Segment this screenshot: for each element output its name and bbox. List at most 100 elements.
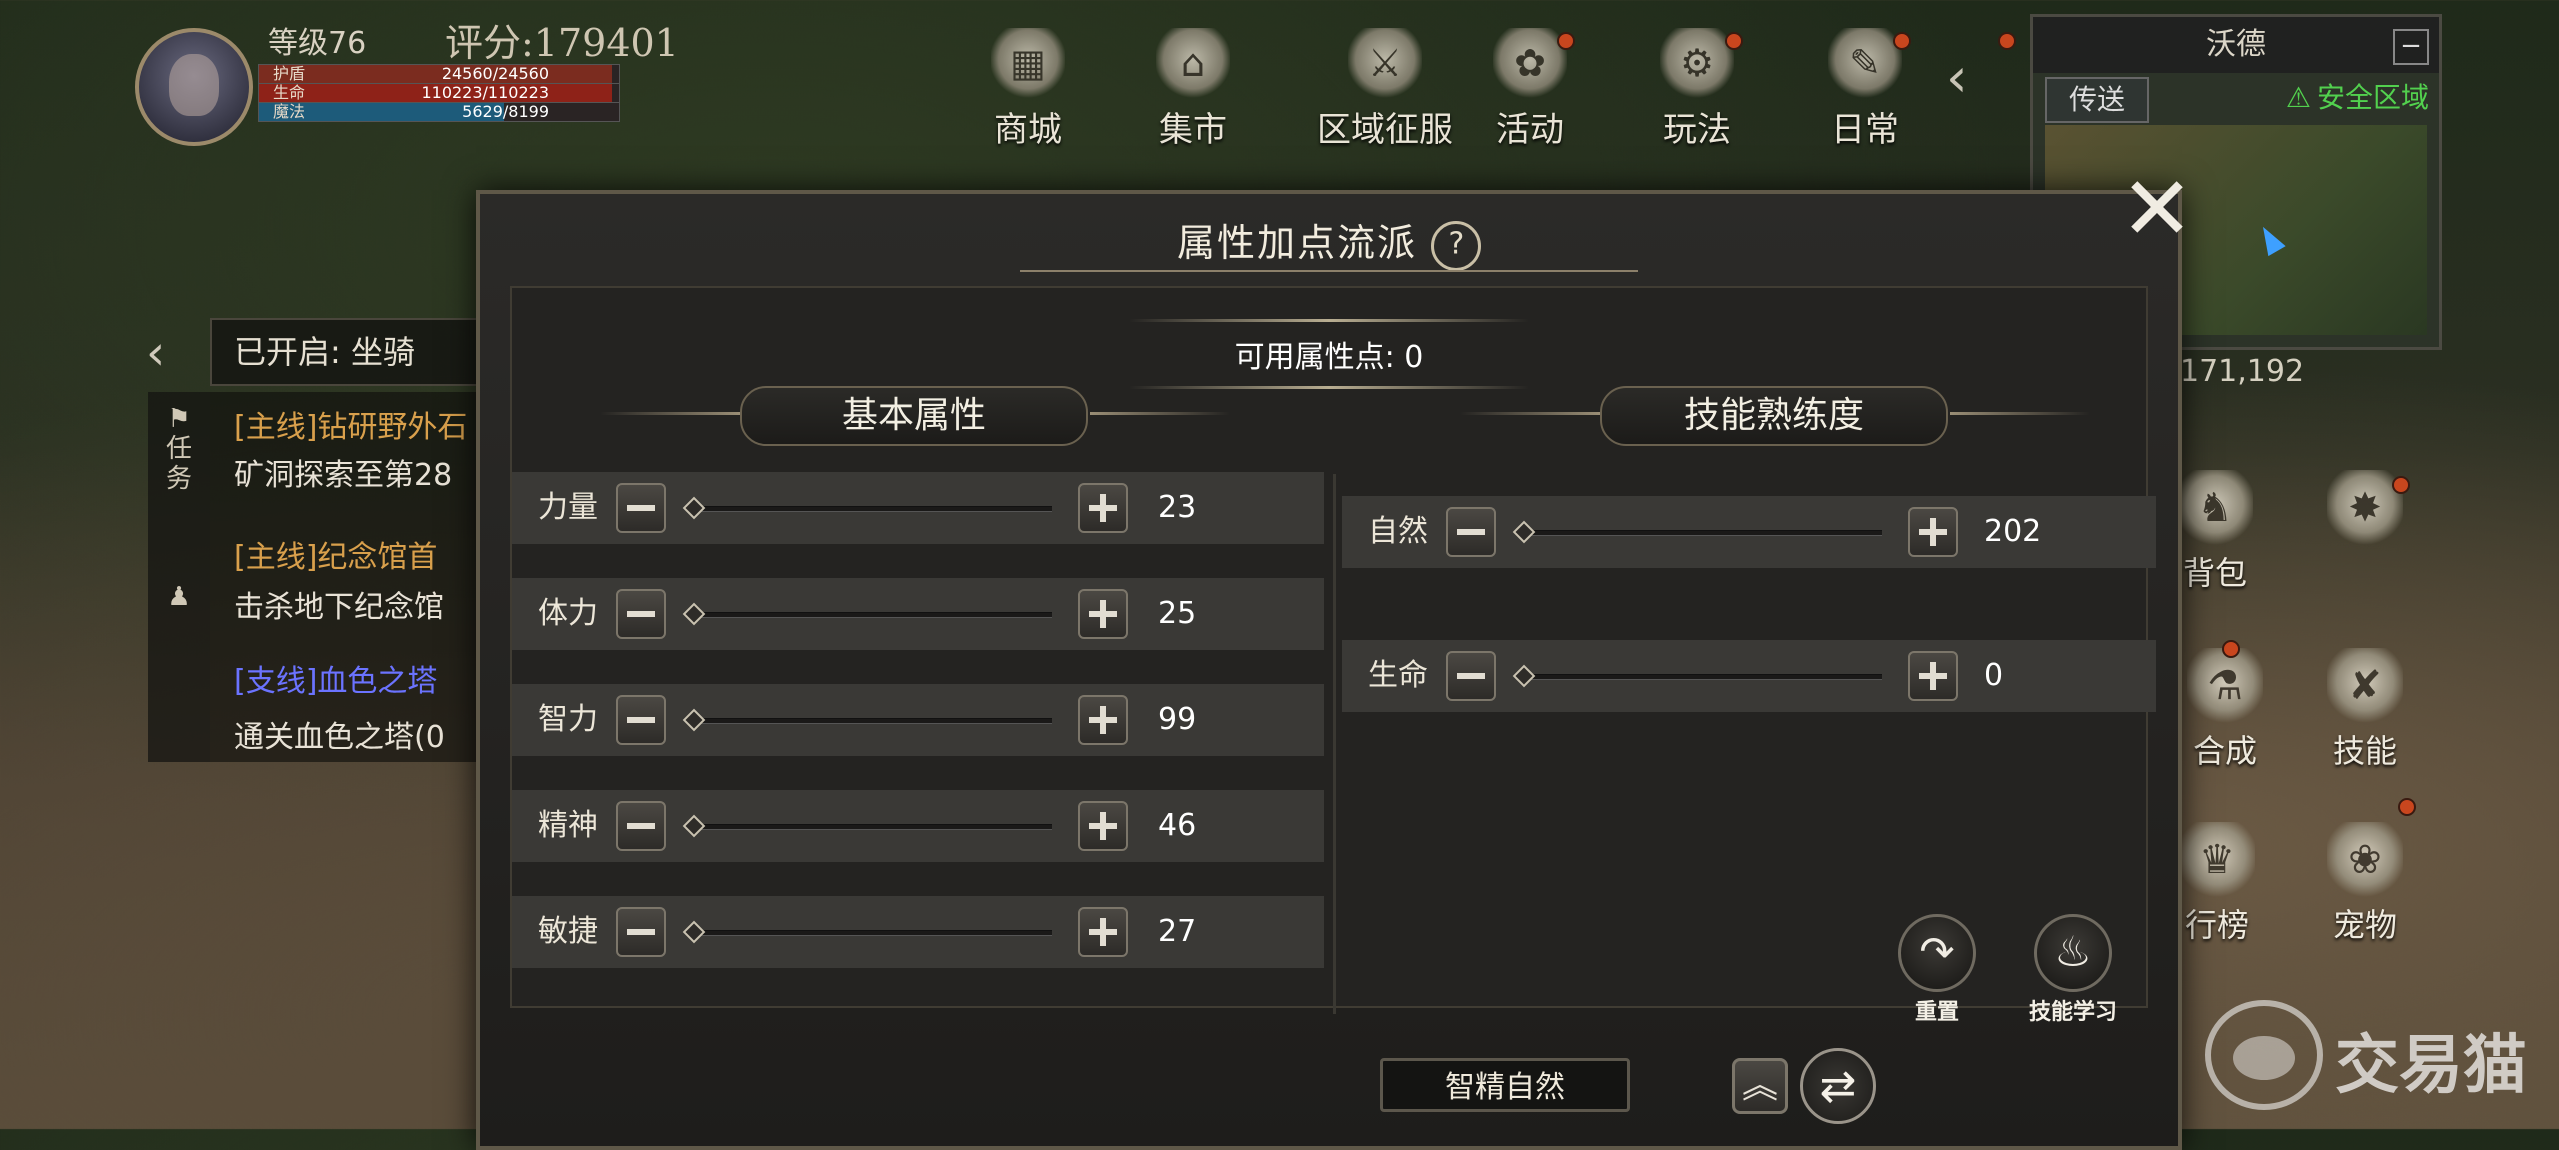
attribute-row-spirit: 精神 46 xyxy=(512,790,1324,862)
column-divider xyxy=(1333,474,1336,1014)
preset-name-field[interactable]: 智精自然 xyxy=(1380,1058,1630,1112)
quest-title[interactable]: [主线]纪念馆首 xyxy=(234,532,480,576)
slider-knob[interactable] xyxy=(682,708,706,732)
player-score: 评分:179401 xyxy=(445,21,679,65)
decrease-button[interactable] xyxy=(1446,651,1496,701)
increase-button[interactable] xyxy=(1078,801,1128,851)
ornament-line xyxy=(1090,412,1230,415)
tab-team[interactable]: ♟ xyxy=(148,582,210,612)
increase-button[interactable] xyxy=(1078,589,1128,639)
side-label: 技能 xyxy=(2332,732,2397,770)
teleport-button[interactable]: 传送 xyxy=(2045,77,2149,123)
minimap-minimize-button[interactable]: − xyxy=(2393,29,2429,65)
preset-switch-button[interactable]: ⇄ xyxy=(1800,1048,1876,1124)
bag-icon: ♞ xyxy=(2177,470,2253,546)
slider-knob[interactable] xyxy=(682,814,706,838)
skill-learn-button[interactable]: ♨ 技能学习 xyxy=(2018,914,2128,1026)
increase-button[interactable] xyxy=(1078,907,1128,957)
slider-knob[interactable] xyxy=(1512,520,1536,544)
player-level: 等级76 xyxy=(268,26,367,61)
shop-icon: ▦ xyxy=(991,28,1065,98)
ornament-line xyxy=(1950,412,2090,415)
player-avatar[interactable] xyxy=(135,28,253,146)
safe-zone-indicator: ⚠ 安全区域 xyxy=(2286,77,2429,119)
reset-button[interactable]: ↷ 重置 xyxy=(1882,914,1992,1026)
collapse-menu-arrow-icon[interactable]: ‹ xyxy=(1946,48,1992,108)
attribute-label: 智力 xyxy=(538,702,598,737)
decrease-button[interactable] xyxy=(616,483,666,533)
daily-scroll-icon: ✎ xyxy=(1828,28,1902,98)
menu-daily-button[interactable]: ✎ 日常 xyxy=(1790,28,1940,151)
menu-label: 日常 xyxy=(1831,110,1899,150)
slider-knob[interactable] xyxy=(682,602,706,626)
attribute-label: 体力 xyxy=(538,596,598,631)
watermark-text: 交易猫 xyxy=(2335,1029,2527,1103)
decrease-button[interactable] xyxy=(616,907,666,957)
skill-row-nature: 自然 202 xyxy=(1342,496,2156,568)
notification-dot xyxy=(1725,32,1743,50)
minimap-title: 沃德 xyxy=(2033,17,2439,73)
quest-title[interactable]: [支线]血色之塔 xyxy=(234,656,480,700)
help-icon-glyph: ? xyxy=(1448,226,1467,262)
notification-dot xyxy=(1893,32,1911,50)
attribute-row-strength: 力量 23 xyxy=(512,472,1324,544)
pet-button[interactable]: ❀ 宠物 xyxy=(2310,822,2420,946)
attribute-slider[interactable] xyxy=(682,708,1052,732)
mana-label: 魔法 xyxy=(273,102,306,121)
shield-value: 24560/24560 xyxy=(441,64,549,83)
skill-value: 202 xyxy=(1984,514,2042,549)
available-points: 可用属性点: 0 xyxy=(480,319,2178,389)
menu-label: 玩法 xyxy=(1663,110,1731,150)
reset-label: 重置 xyxy=(1914,1000,1959,1025)
skill-slider[interactable] xyxy=(1512,664,1882,688)
slider-knob[interactable] xyxy=(1512,664,1536,688)
quest-title[interactable]: [主线]钻研野外石 xyxy=(234,402,480,446)
decrease-button[interactable] xyxy=(616,801,666,851)
attribute-value: 46 xyxy=(1158,808,1197,843)
events-icon: ✿ xyxy=(1493,28,1567,98)
attribute-slider[interactable] xyxy=(682,814,1052,838)
skill-value: 0 xyxy=(1984,658,2004,693)
attribute-slider[interactable] xyxy=(682,602,1052,626)
menu-events-button[interactable]: ✿ 活动 xyxy=(1455,28,1605,151)
menu-gameplay-button[interactable]: ⚙ 玩法 xyxy=(1622,28,1772,151)
close-dialog-button[interactable]: ✕ xyxy=(2118,165,2196,253)
attribute-value: 99 xyxy=(1158,702,1197,737)
notification-dot xyxy=(2392,476,2410,494)
mana-value: 5629/8199 xyxy=(462,102,549,121)
increase-button[interactable] xyxy=(1078,695,1128,745)
dialog-title: 属性加点流派? xyxy=(480,210,2178,281)
attribute-value: 27 xyxy=(1158,914,1197,949)
skill-button[interactable]: ✘ 技能 xyxy=(2310,648,2420,772)
paw-icon: ❀ xyxy=(2327,822,2403,898)
attribute-label: 力量 xyxy=(538,490,598,525)
task-flag-icon: ⚑ xyxy=(167,404,191,434)
quest-desc[interactable]: 通关血色之塔(0 xyxy=(234,712,480,756)
decrease-button[interactable] xyxy=(616,695,666,745)
synthesis-button[interactable]: ⚗ 合成 xyxy=(2170,648,2280,772)
swap-arrows-icon: ⇄ xyxy=(1819,1061,1857,1112)
increase-button[interactable] xyxy=(1908,507,1958,557)
decrease-button[interactable] xyxy=(616,589,666,639)
synthesis-icon: ⚗ xyxy=(2187,648,2263,724)
increase-button[interactable] xyxy=(1078,483,1128,533)
quest-desc[interactable]: 击杀地下纪念馆 xyxy=(234,582,480,626)
attribute-slider[interactable] xyxy=(682,496,1052,520)
slider-knob[interactable] xyxy=(682,496,706,520)
tab-task[interactable]: ⚑ 任务 xyxy=(148,404,210,494)
available-points-text: 可用属性点: 0 xyxy=(1234,340,1424,375)
basic-attributes-header: 基本属性 xyxy=(740,386,1088,446)
slider-knob[interactable] xyxy=(682,920,706,944)
gameplay-icon: ⚙ xyxy=(1660,28,1734,98)
increase-button[interactable] xyxy=(1908,651,1958,701)
quest-desc[interactable]: 矿洞探索至第28 xyxy=(234,450,480,494)
safe-zone-label: 安全区域 xyxy=(2316,81,2429,114)
menu-market-button[interactable]: ⌂ 集市 xyxy=(1118,28,1268,151)
decrease-button[interactable] xyxy=(1446,507,1496,557)
unlocked-feature-banner[interactable]: 已开启: 坐骑 xyxy=(210,318,480,386)
menu-shop-button[interactable]: ▦ 商城 xyxy=(953,28,1103,151)
preset-expand-button[interactable]: ︽ xyxy=(1732,1058,1788,1114)
skill-slider[interactable] xyxy=(1512,520,1882,544)
quest-panel-collapse-icon[interactable]: ‹ xyxy=(146,325,165,381)
attribute-slider[interactable] xyxy=(682,920,1052,944)
